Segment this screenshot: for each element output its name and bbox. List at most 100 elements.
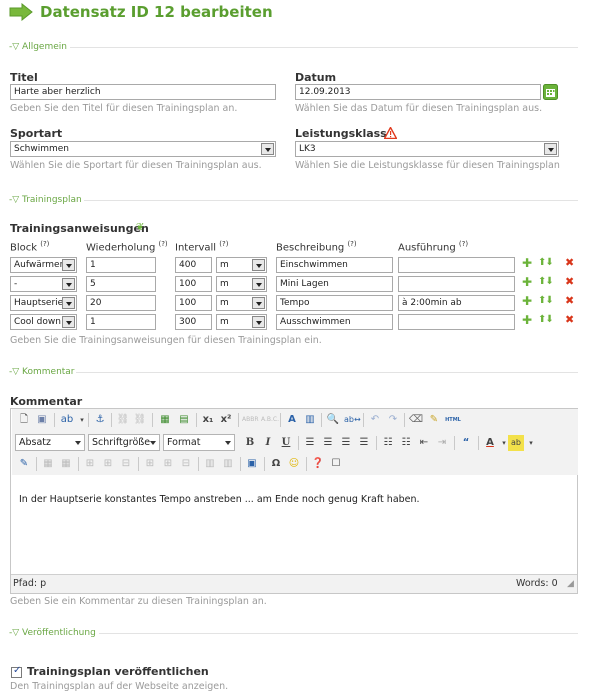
leistungsklasse-select[interactable]: LK3: [295, 141, 559, 157]
horizontal-rule-icon[interactable]: ☐: [328, 456, 344, 472]
align-right-icon[interactable]: ☰: [338, 435, 354, 451]
split-cells-icon[interactable]: ▥: [202, 456, 218, 472]
move-row-icon[interactable]: ⬆⬇: [538, 276, 554, 287]
row-intervall-input[interactable]: 100: [175, 295, 212, 311]
unlink-icon[interactable]: ⛓: [132, 412, 148, 428]
html-icon[interactable]: HTML: [445, 412, 461, 428]
row-ausfuehrung-input[interactable]: [398, 276, 515, 292]
row-ausfuehrung-input[interactable]: à 2:00min ab: [398, 295, 515, 311]
omega-icon[interactable]: Ω: [268, 456, 284, 472]
emoticon-icon[interactable]: ☺: [286, 456, 302, 472]
redo-icon[interactable]: ↷: [385, 412, 401, 428]
align-center-icon[interactable]: ☰: [320, 435, 336, 451]
format-select[interactable]: Format: [163, 434, 235, 451]
image-icon[interactable]: ▦: [157, 412, 173, 428]
calendar-icon[interactable]: [543, 84, 558, 100]
eraser-icon[interactable]: ⌫: [408, 412, 424, 428]
subscript-icon[interactable]: x₁: [200, 412, 216, 428]
row-ausfuehrung-input[interactable]: [398, 314, 515, 330]
bold-icon[interactable]: B: [242, 435, 258, 451]
edit-icon[interactable]: ✎: [16, 456, 32, 472]
row-beschreibung-input[interactable]: Einschwimmen: [276, 257, 393, 273]
attributes-icon[interactable]: ▥: [302, 412, 318, 428]
indent-icon[interactable]: ⇥: [434, 435, 450, 451]
move-row-icon[interactable]: ⬆⬇: [538, 257, 554, 268]
table-icon[interactable]: ▦: [40, 456, 56, 472]
template-icon[interactable]: ▣: [244, 456, 260, 472]
col-before-icon[interactable]: ⊞: [142, 456, 158, 472]
publish-checkbox[interactable]: [11, 665, 22, 678]
row-block-select[interactable]: Hauptserie: [10, 295, 77, 311]
dropdown-arrow-icon: [62, 297, 75, 309]
delete-col-icon[interactable]: ⊟: [178, 456, 194, 472]
add-row-icon[interactable]: ✚: [522, 256, 532, 270]
find-icon[interactable]: 🔍: [325, 412, 341, 428]
row-block-select[interactable]: Aufwärmen: [10, 257, 77, 273]
row-intervall-input[interactable]: 300: [175, 314, 212, 330]
row-wiederholung-input[interactable]: 20: [86, 295, 156, 311]
save-icon[interactable]: ▣: [34, 412, 50, 428]
sportart-select[interactable]: Schwimmen: [10, 141, 276, 157]
anchor-icon[interactable]: ⚓: [92, 412, 108, 428]
row-einheit-select[interactable]: m: [216, 295, 267, 311]
row-einheit-select[interactable]: m: [216, 314, 267, 330]
new-document-icon[interactable]: 🗋: [16, 412, 32, 428]
table-props-icon[interactable]: ▦: [58, 456, 74, 472]
row-after-icon[interactable]: ⊞: [100, 456, 116, 472]
move-row-icon[interactable]: ⬆⬇: [538, 314, 554, 325]
titel-input[interactable]: Harte aber herzlich: [10, 84, 276, 100]
delete-row-icon[interactable]: ✖: [565, 313, 574, 326]
text-format-icon[interactable]: A: [284, 412, 300, 428]
merge-cells-icon[interactable]: ▥: [220, 456, 236, 472]
resize-handle-icon[interactable]: ◢: [567, 579, 574, 589]
highlight-color-icon[interactable]: ab: [508, 435, 524, 451]
help-icon[interactable]: ❓: [310, 456, 326, 472]
underline-icon[interactable]: U: [278, 435, 294, 451]
spellcheck-icon[interactable]: ab: [59, 412, 75, 428]
row-beschreibung-input[interactable]: Mini Lagen: [276, 276, 393, 292]
undo-icon[interactable]: ↶: [367, 412, 383, 428]
row-wiederholung-input[interactable]: 1: [86, 257, 156, 273]
delete-row-icon[interactable]: ✖: [565, 256, 574, 269]
row-intervall-input[interactable]: 100: [175, 276, 212, 292]
editor-content[interactable]: In der Hauptserie konstantes Tempo anstr…: [12, 475, 578, 575]
row-einheit-select[interactable]: m: [216, 276, 267, 292]
acronym-icon[interactable]: A.B.C.: [261, 412, 279, 428]
cleanup-icon[interactable]: ✎: [426, 412, 442, 428]
outdent-icon[interactable]: ⇤: [416, 435, 432, 451]
row-wiederholung-input[interactable]: 1: [86, 314, 156, 330]
rich-text-editor[interactable]: 🗋 ▣ ab ▾ ⚓ ⛓ ⛓ ▦ ▤ x₁ x² ABBR A.B.C. A ▥…: [10, 408, 578, 594]
align-left-icon[interactable]: ☰: [302, 435, 318, 451]
font-size-select[interactable]: Schriftgröße: [88, 434, 160, 451]
abbr-icon[interactable]: ABBR: [242, 412, 259, 428]
add-row-icon[interactable]: ✚: [522, 294, 532, 308]
paragraph-select[interactable]: Absatz: [15, 434, 85, 451]
blockquote-icon[interactable]: “: [458, 435, 474, 451]
superscript-icon[interactable]: x²: [218, 412, 234, 428]
delete-row-icon[interactable]: ✖: [565, 275, 574, 288]
row-beschreibung-input[interactable]: Ausschwimmen: [276, 314, 393, 330]
numbered-list-icon[interactable]: ☷: [398, 435, 414, 451]
add-row-icon[interactable]: ✚: [522, 275, 532, 289]
justify-icon[interactable]: ☰: [356, 435, 372, 451]
delete-row-icon[interactable]: ✖: [565, 294, 574, 307]
row-before-icon[interactable]: ⊞: [82, 456, 98, 472]
row-block-select[interactable]: -: [10, 276, 77, 292]
italic-icon[interactable]: I: [260, 435, 276, 451]
col-after-icon[interactable]: ⊞: [160, 456, 176, 472]
bullet-list-icon[interactable]: ☷: [380, 435, 396, 451]
media-icon[interactable]: ▤: [176, 412, 192, 428]
datum-input[interactable]: 12.09.2013: [295, 84, 541, 100]
row-einheit-select[interactable]: m: [216, 257, 267, 273]
delete-row-icon[interactable]: ⊟: [118, 456, 134, 472]
row-wiederholung-input[interactable]: 5: [86, 276, 156, 292]
chevron-down-icon[interactable]: ▾: [523, 435, 539, 451]
replace-icon[interactable]: ab↔: [344, 412, 361, 428]
row-ausfuehrung-input[interactable]: [398, 257, 515, 273]
move-row-icon[interactable]: ⬆⬇: [538, 295, 554, 306]
row-block-select[interactable]: Cool down: [10, 314, 77, 330]
link-icon[interactable]: ⛓: [115, 412, 131, 428]
add-row-icon[interactable]: ✚: [522, 313, 532, 327]
row-beschreibung-input[interactable]: Tempo: [276, 295, 393, 311]
row-intervall-input[interactable]: 400: [175, 257, 212, 273]
